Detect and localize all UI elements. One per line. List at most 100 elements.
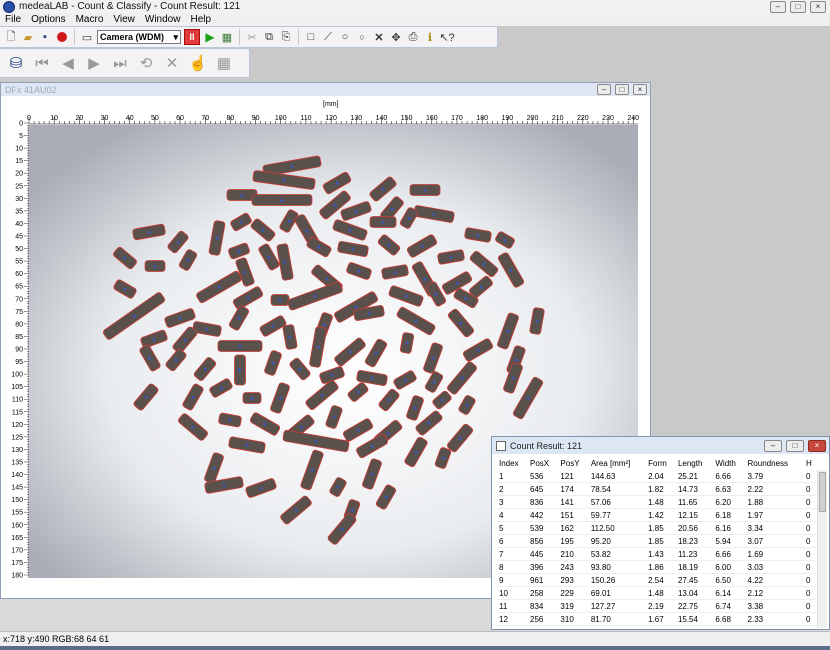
image-window-close-button[interactable]: × — [633, 84, 647, 95]
menu-options[interactable]: Options — [26, 13, 70, 26]
info-icon[interactable]: ℹ — [423, 30, 437, 44]
table-cell: 1.88 — [745, 495, 805, 509]
line-tool-icon[interactable]: ⟋ — [321, 30, 335, 44]
paste-icon[interactable]: ⎘ — [279, 30, 293, 44]
cut-icon[interactable]: ✂ — [245, 30, 259, 44]
delete-record-icon[interactable]: ✕ — [162, 52, 182, 74]
close-button[interactable]: × — [810, 1, 826, 13]
record-button[interactable] — [55, 30, 69, 44]
table-cell: 81.70 — [588, 612, 647, 626]
next-record-icon[interactable]: ▶ — [84, 52, 104, 74]
menu-help[interactable]: Help — [185, 13, 216, 26]
column-header[interactable]: Length — [675, 457, 714, 470]
column-header[interactable]: Form — [646, 457, 676, 470]
table-cell: 6.74 — [713, 599, 746, 613]
table-cell: 243 — [558, 560, 589, 574]
camera-select[interactable]: Camera (WDM) ▾ — [97, 30, 181, 44]
rectangle-tool-icon[interactable]: □ — [304, 30, 318, 44]
first-record-icon[interactable]: ⏮ — [32, 52, 52, 74]
monitor-icon[interactable]: ▭ — [80, 30, 94, 44]
table-cell: 396 — [528, 560, 559, 574]
table-cell: 6.16 — [713, 521, 746, 535]
copy-icon[interactable]: ⧉ — [262, 30, 276, 44]
menu-view[interactable]: View — [108, 13, 140, 26]
table-cell: 78.54 — [588, 482, 647, 496]
table-cell: 834 — [528, 599, 559, 613]
table-cell: 127.27 — [588, 599, 647, 613]
table-cell: 1.24 — [646, 625, 676, 629]
image-window-minimize-button[interactable]: – — [597, 84, 611, 95]
table-cell: 258 — [528, 586, 559, 600]
table-row[interactable]: 7 445 210 53.82 1.43 11.23 6.66 1.69 0 — [497, 547, 817, 561]
play-button[interactable]: ▶ — [203, 30, 217, 44]
image-window-restore-button[interactable]: □ — [615, 84, 629, 95]
column-header[interactable]: Width — [713, 457, 746, 470]
menu-window[interactable]: Window — [140, 13, 186, 26]
column-header[interactable]: Index — [497, 457, 529, 470]
count-result-minimize-button[interactable]: – — [764, 440, 782, 452]
table-row[interactable]: 11 834 319 127.27 2.19 22.75 6.74 3.38 0 — [497, 599, 817, 613]
menu-file[interactable]: File — [0, 13, 26, 26]
new-file-icon[interactable]: 🗋 — [4, 30, 18, 44]
table-cell: 1.48 — [646, 495, 676, 509]
table-header-row: Index PosX PosY Area [mm²] Form Length Width Ro… — [497, 457, 817, 470]
last-record-icon[interactable]: ⏭ — [110, 52, 130, 74]
table-cell: 0 — [804, 534, 817, 548]
window-controls: – □ × — [770, 1, 826, 13]
table-row[interactable]: 2 645 174 78.54 1.82 14.73 6.63 2.22 0 — [497, 482, 817, 496]
table-row[interactable]: 5 539 162 112.50 1.85 20.56 6.16 3.34 0 — [497, 521, 817, 535]
classify-hand-icon[interactable]: ☝ — [188, 52, 208, 74]
column-header[interactable]: PosX — [528, 457, 559, 470]
count-result-close-button[interactable]: × — [808, 440, 826, 452]
scrollbar-thumb[interactable] — [819, 472, 826, 512]
table-cell: 0 — [804, 612, 817, 626]
table-cell: 1.43 — [646, 547, 676, 561]
table-cell: 210 — [558, 547, 589, 561]
table-cell: 150.26 — [588, 573, 647, 587]
table-row[interactable]: 4 442 151 59.77 1.42 12.15 6.18 1.97 0 — [497, 508, 817, 522]
table-row[interactable]: 1 536 121 144.63 2.04 25.21 6.66 3.79 0 — [497, 470, 817, 483]
ellipse-tool-icon[interactable]: ○ — [355, 30, 369, 44]
table-row[interactable]: 9 961 293 150.26 2.54 27.45 6.50 4.22 0 — [497, 573, 817, 587]
table-row[interactable]: 6 856 195 95.20 1.85 18.23 5.94 3.07 0 — [497, 534, 817, 548]
table-cell: 12.15 — [675, 508, 714, 522]
database-icon[interactable]: ⛁ — [6, 52, 26, 74]
column-header[interactable]: Roundness — [745, 457, 805, 470]
table-cell: 1.42 — [646, 508, 676, 522]
refresh-record-icon[interactable]: ⟲ — [136, 52, 156, 74]
table-row[interactable]: 3 836 141 57.06 1.48 11.65 6.20 1.88 0 — [497, 495, 817, 509]
table-row[interactable]: 12 256 310 81.70 1.67 15.54 6.68 2.33 0 — [497, 612, 817, 626]
table-cell: 1.67 — [646, 612, 676, 626]
minimize-button[interactable]: – — [770, 1, 786, 13]
table-cell: 2.04 — [646, 470, 676, 483]
previous-record-icon[interactable]: ◀ — [58, 52, 78, 74]
navigation-toolbar: ⛁ ⏮ ◀ ▶ ⏭ ⟲ ✕ ☝ ▦ — [0, 48, 250, 78]
table-cell: 536 — [528, 470, 559, 483]
help-pointer-icon[interactable]: ↖? — [439, 30, 454, 44]
table-row[interactable]: 10 258 229 69.01 1.48 13.04 6.14 2.12 0 — [497, 586, 817, 600]
count-result-maximize-button[interactable]: □ — [786, 440, 804, 452]
pause-button[interactable]: II — [184, 29, 200, 45]
grid-layout-icon[interactable]: ▦ — [214, 52, 234, 74]
print-icon[interactable]: ⎙ — [406, 30, 420, 44]
open-folder-icon[interactable]: ▰ — [21, 30, 35, 44]
table-cell: 442 — [528, 508, 559, 522]
table-cell: 10 — [497, 586, 529, 600]
table-cell: 0 — [804, 521, 817, 535]
table-row[interactable]: 1344026336.951.247.806.041.290 — [497, 625, 817, 629]
circle-tool-icon[interactable]: ○ — [338, 30, 352, 44]
delete-tool-icon[interactable]: ✕ — [372, 30, 386, 44]
move-tool-icon[interactable]: ✥ — [389, 30, 403, 44]
table-cell: 11.23 — [675, 547, 714, 561]
table-row[interactable]: 8 396 243 93.80 1.86 18.19 6.00 3.03 0 — [497, 560, 817, 574]
column-header[interactable]: H — [804, 457, 817, 470]
menu-macro[interactable]: Macro — [71, 13, 109, 26]
capture-image-icon[interactable]: ▦ — [220, 30, 234, 44]
column-header[interactable]: PosY — [558, 457, 589, 470]
main-toolbar: 🗋 ▰ ▪ ▭ Camera (WDM) ▾ II ▶ ▦ ✂ ⧉ ⎘ □ ⟋ … — [0, 26, 498, 48]
save-icon[interactable]: ▪ — [38, 30, 52, 44]
table-vertical-scrollbar[interactable] — [817, 470, 827, 628]
maximize-button[interactable]: □ — [790, 1, 806, 13]
table-cell: 2.22 — [745, 482, 805, 496]
column-header[interactable]: Area [mm²] — [588, 457, 647, 470]
